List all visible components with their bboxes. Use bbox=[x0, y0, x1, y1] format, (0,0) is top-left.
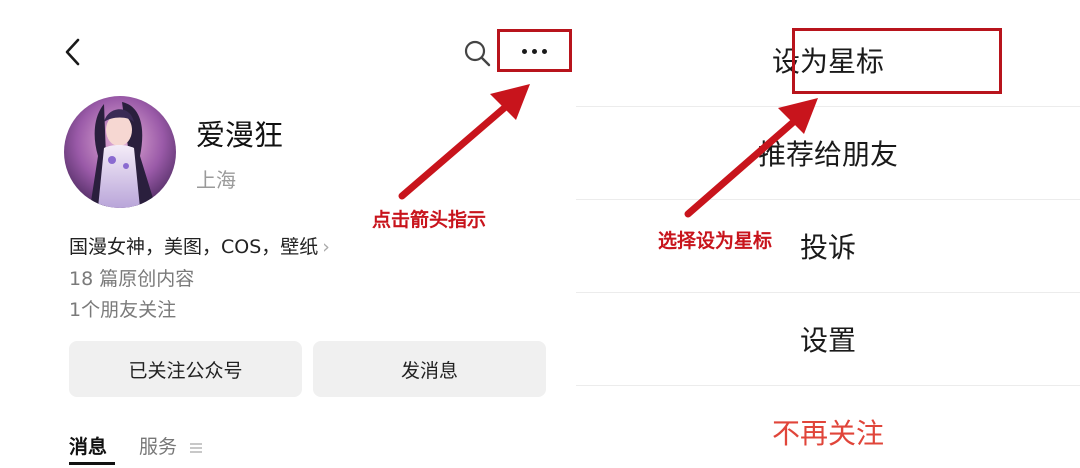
chevron-right-icon: › bbox=[322, 236, 330, 258]
menu-lines-icon bbox=[190, 442, 203, 453]
tab-active-indicator bbox=[69, 462, 115, 465]
article-count: 18 篇原创内容 bbox=[69, 268, 195, 290]
friends-following-count[interactable]: 1个朋友关注 bbox=[69, 295, 176, 322]
account-description-row[interactable]: 国漫女神，美图，COS，壁纸 › bbox=[69, 232, 330, 259]
avatar-image bbox=[64, 96, 176, 208]
account-location: 上海 bbox=[196, 168, 236, 192]
more-options-menu: 设为星标 推荐给朋友 投诉 设置 不再关注 选择设为星标 bbox=[576, 0, 1080, 468]
set-star-highlight-box bbox=[792, 28, 1002, 94]
back-icon[interactable] bbox=[60, 36, 88, 68]
search-icon[interactable] bbox=[462, 38, 492, 68]
more-button-highlight-box bbox=[497, 29, 572, 72]
account-name: 爱漫狂 bbox=[196, 118, 284, 152]
annotation-select-set-star: 选择设为星标 bbox=[658, 230, 773, 252]
menu-item-complain[interactable]: 投诉 bbox=[576, 200, 1080, 292]
send-message-button[interactable]: 发消息 bbox=[313, 341, 546, 397]
account-description: 国漫女神，美图，COS，壁纸 bbox=[69, 236, 319, 258]
tab-services-label: 服务 bbox=[139, 436, 178, 458]
menu-item-unfollow[interactable]: 不再关注 bbox=[576, 386, 1080, 468]
tab-messages[interactable]: 消息 bbox=[69, 432, 107, 459]
followed-account-button[interactable]: 已关注公众号 bbox=[69, 341, 302, 397]
avatar[interactable] bbox=[64, 96, 176, 208]
tab-services[interactable]: 服务 bbox=[139, 432, 203, 459]
menu-item-recommend-to-friend[interactable]: 推荐给朋友 bbox=[576, 107, 1080, 199]
annotation-tap-arrow: 点击箭头指示 bbox=[372, 209, 487, 231]
account-profile-screen: 爱漫狂 上海 点击箭头指示 国漫女神，美图，COS，壁纸 › 18 篇原创内容 1… bbox=[0, 0, 576, 468]
menu-item-settings[interactable]: 设置 bbox=[576, 293, 1080, 385]
